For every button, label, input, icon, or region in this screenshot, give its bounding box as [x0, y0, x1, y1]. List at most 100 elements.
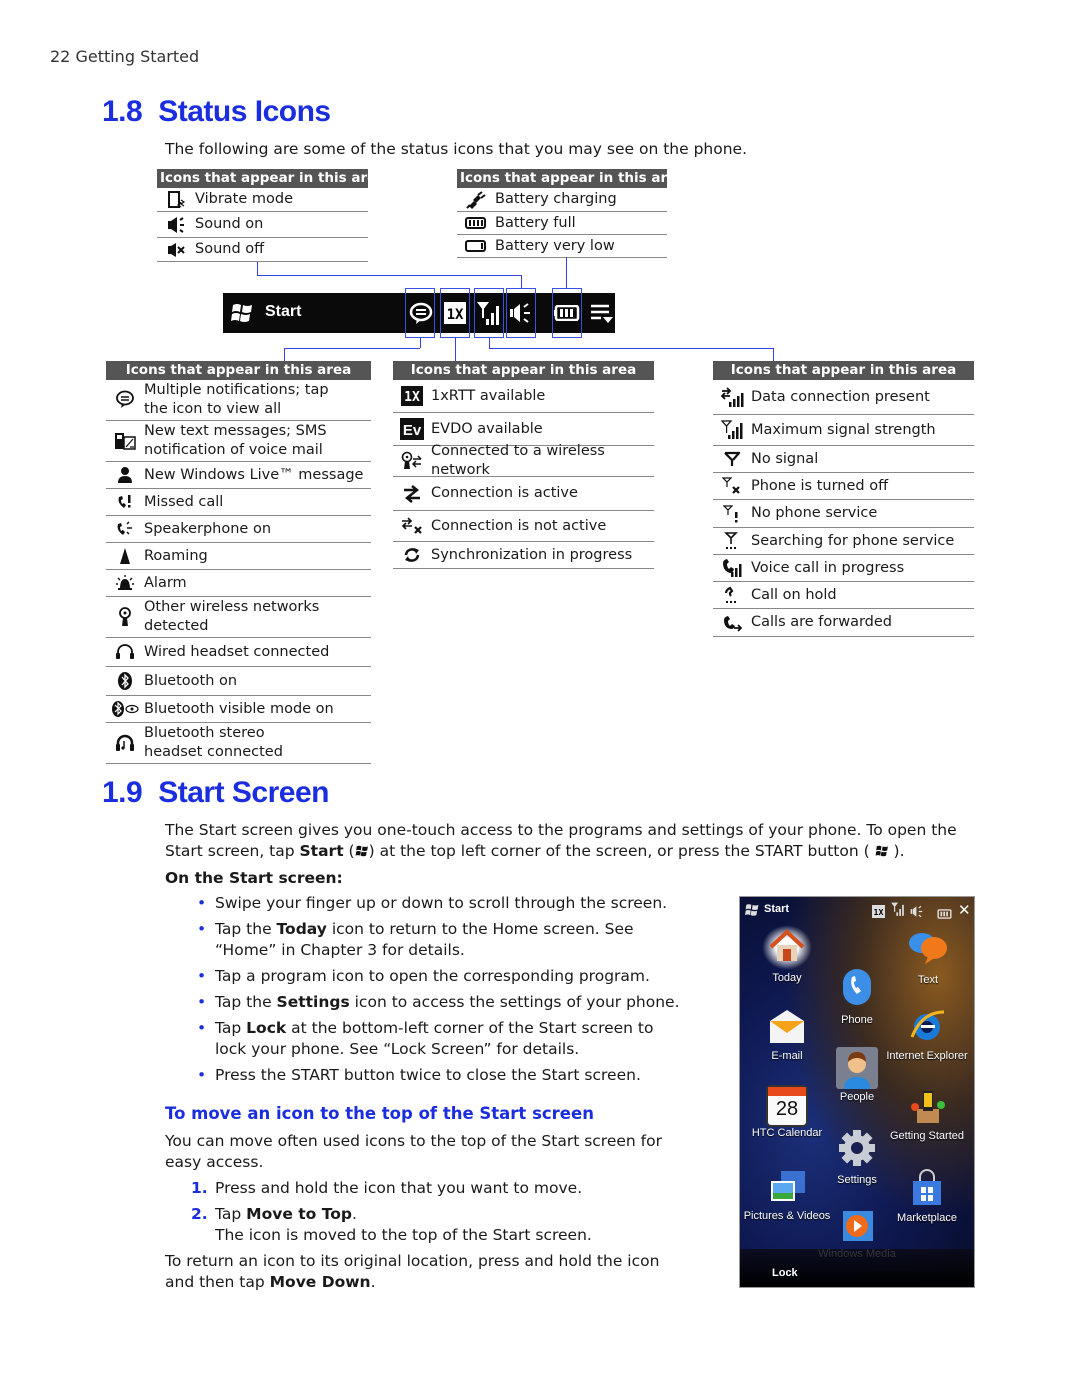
- tile-label: Settings: [837, 1174, 877, 1186]
- section-heading-start-screen: 1.9 Start Screen: [102, 776, 329, 810]
- speaker-icon: [910, 903, 924, 922]
- vibrate-icon: [157, 190, 195, 209]
- battery-full-icon: [457, 217, 495, 229]
- row-label: Bluetooth on: [144, 672, 238, 689]
- table-row: Connection is not active: [393, 511, 654, 542]
- table-row: Missed call: [106, 489, 371, 516]
- tile-label: Today: [772, 972, 802, 984]
- move-icon-steps: 1. Press and hold the icon that you want …: [165, 1178, 685, 1251]
- row-label: New Windows Live™ message: [144, 466, 364, 483]
- missed-call-icon: [106, 493, 144, 511]
- section-number: 1.8: [102, 95, 143, 128]
- table-row: Wired headset connected: [106, 638, 371, 667]
- connector-line: [284, 348, 420, 349]
- table-row: No signal: [713, 446, 974, 473]
- call-hold-icon: [713, 586, 751, 604]
- table-row: Roaming: [106, 543, 371, 570]
- pictures-icon: [742, 1169, 832, 1208]
- home-icon: [762, 925, 812, 970]
- table-row: Battery very low: [457, 235, 667, 258]
- table-row: Other wireless networks detected: [106, 597, 371, 638]
- row-label: Connection is not active: [431, 517, 607, 534]
- row-label: Vibrate mode: [195, 191, 294, 207]
- row-label: Maximum signal strength: [751, 421, 936, 438]
- table-row: No phone service: [713, 500, 974, 528]
- section-heading-status-icons: 1.8 Status Icons: [102, 95, 331, 129]
- connection-active-icon: [393, 483, 431, 505]
- row-label: Sound off: [195, 241, 265, 257]
- calendar-header: [768, 1087, 806, 1096]
- row-label: Connected to a wireless network: [431, 443, 605, 478]
- tile-label: Marketplace: [897, 1212, 957, 1224]
- tile-label: Text: [917, 974, 939, 986]
- no-service-icon: [713, 504, 751, 523]
- connector-line: [566, 257, 567, 288]
- battery-charging-icon: [457, 190, 495, 209]
- row-label: New text messages; SMS notification of v…: [144, 423, 327, 458]
- highlight-box: [506, 288, 536, 338]
- row-label: Multiple notifications; tap the icon to …: [144, 382, 329, 417]
- table-row: Speakerphone on: [106, 516, 371, 543]
- media-player-icon: [812, 1209, 902, 1246]
- alarm-icon: [106, 574, 144, 592]
- connector-line: [489, 338, 490, 348]
- table-row: Battery charging: [457, 188, 667, 212]
- close-icon[interactable]: ✕: [958, 901, 971, 919]
- intro-text: ).: [893, 842, 905, 860]
- table-header: Icons that appear in this area: [713, 361, 974, 380]
- section-title: Start Screen: [158, 776, 329, 809]
- tile-label: Phone: [841, 1014, 873, 1026]
- table-row: Sound off: [157, 238, 368, 262]
- step-item: 2. Tap Move to Top. The icon is moved to t…: [191, 1205, 592, 1244]
- table-row: Phone is turned off: [713, 473, 974, 500]
- row-label: 1xRTT available: [431, 387, 546, 404]
- phone-title-bar: Start 1X ✕: [740, 897, 974, 923]
- connector-line: [284, 348, 285, 361]
- table-row: Sound on: [157, 212, 368, 238]
- table-row: 1X 1xRTT available: [393, 380, 654, 413]
- table-row: Battery full: [457, 212, 667, 235]
- no-signal-icon: [713, 451, 751, 467]
- connector-line: [489, 348, 773, 349]
- menu-icon[interactable]: [590, 303, 614, 329]
- table-row: Call on hold: [713, 582, 974, 609]
- connection-inactive-icon: [393, 516, 431, 536]
- sound-on-icon: [157, 216, 195, 234]
- row-label: Synchronization in progress: [431, 546, 633, 563]
- 1x-icon: 1X: [872, 903, 885, 922]
- data-connection-icon: [713, 386, 751, 408]
- row-label: Phone is turned off: [751, 477, 889, 494]
- table-top-right: Icons that appear in this area Battery c…: [457, 169, 685, 258]
- bullet-item: Swipe your finger up or down to scroll t…: [165, 893, 685, 914]
- table-row: Searching for phone service: [713, 528, 974, 555]
- start-screen-bullets: Swipe your finger up or down to scroll t…: [165, 893, 685, 1091]
- row-label: No signal: [751, 450, 819, 467]
- table-row: Bluetooth stereo headset connected: [106, 723, 371, 764]
- row-label: Other wireless networks detected: [144, 599, 320, 634]
- svg-text:Ev: Ev: [403, 422, 422, 439]
- tile-label: E-mail: [771, 1050, 803, 1062]
- section-title: Status Icons: [158, 95, 331, 128]
- row-label: Searching for phone service: [751, 532, 955, 549]
- windows-flag-icon: [744, 902, 760, 921]
- table-row: Multiple notifications; tap the icon to …: [106, 380, 371, 421]
- table-header: Icons that appear in this area: [157, 169, 385, 188]
- status-icons-intro: The following are some of the status ico…: [165, 140, 748, 158]
- envelope-icon: [742, 1007, 832, 1048]
- windows-flag-icon: [355, 843, 369, 864]
- table-row: New text messages; SMS notification of v…: [106, 421, 371, 462]
- row-label: Alarm: [144, 574, 187, 591]
- table-header: Icons that appear in this area: [106, 361, 371, 380]
- notification-bubble-icon: [106, 390, 144, 410]
- tile-label: People: [839, 1091, 875, 1103]
- start-screen-intro: The Start screen gives you one-touch acc…: [165, 820, 965, 864]
- speakerphone-icon: [106, 520, 144, 538]
- lock-button[interactable]: Lock: [772, 1267, 798, 1279]
- table-top-left: Icons that appear in this area Vibrate m…: [157, 169, 385, 262]
- windows-flag-icon: [230, 302, 254, 328]
- table-row: Calls are forwarded: [713, 609, 974, 637]
- row-label: Data connection present: [751, 388, 930, 405]
- running-head: 22 Getting Started: [50, 47, 200, 66]
- windows-flag-icon: [875, 843, 889, 864]
- table-row: New Windows Live™ message: [106, 462, 371, 489]
